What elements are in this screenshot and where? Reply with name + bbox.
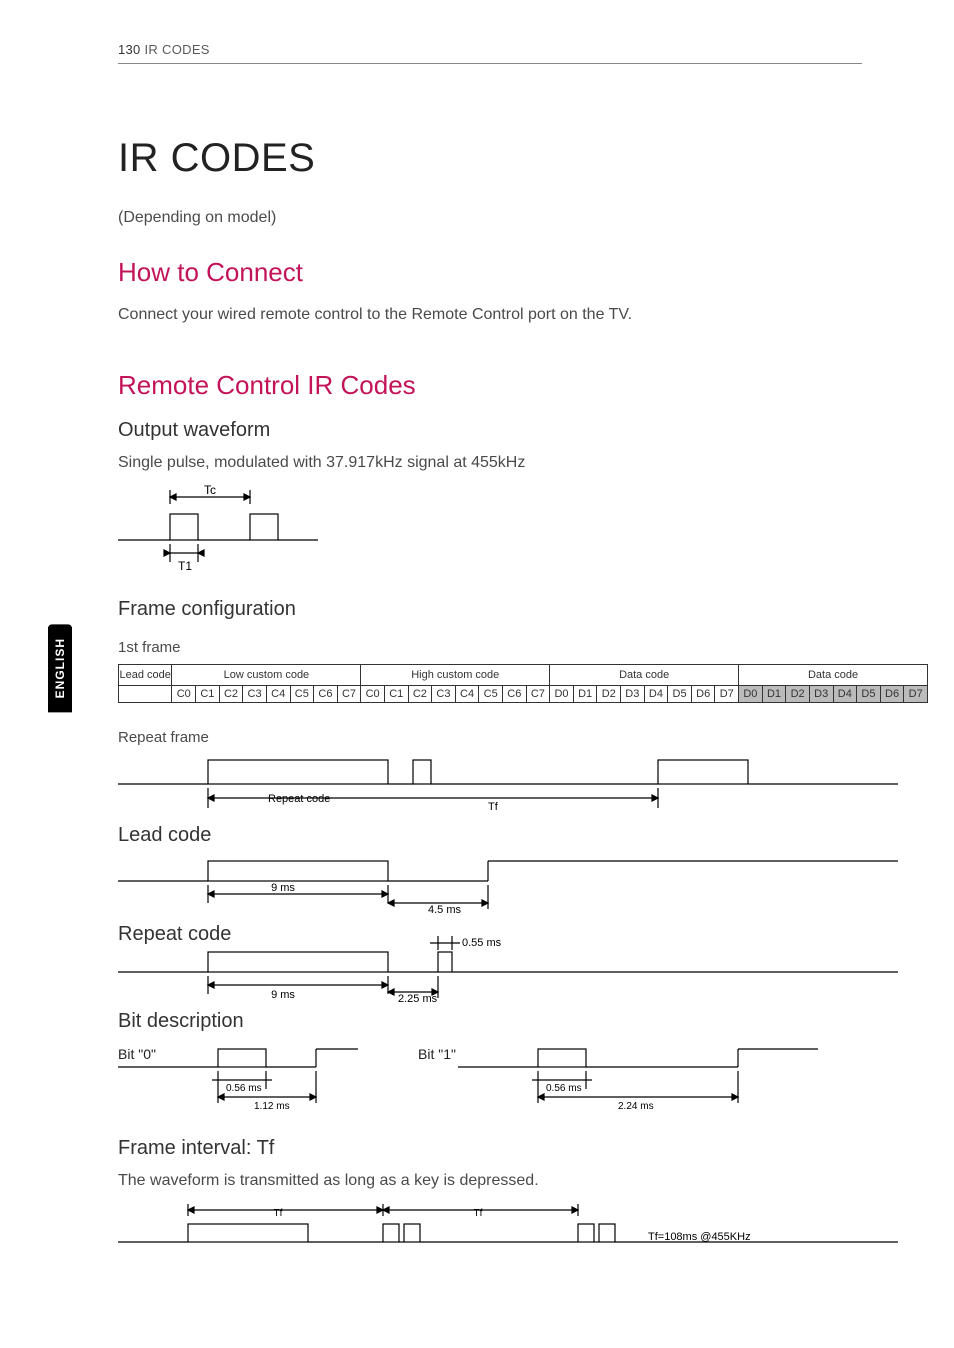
bit-cell: D7 <box>904 686 928 703</box>
bit-cell: C0 <box>172 686 196 703</box>
repeat-code-diagram: 0.55 ms 9 ms 2.25 ms <box>118 932 898 1002</box>
header-section-label: IR CODES <box>145 42 210 57</box>
bit-description-diagram: Bit "0" Bit "1" 0.56 ms 1.12 ms 0.56 ms … <box>118 1045 898 1121</box>
bit-cell: C1 <box>196 686 220 703</box>
repeat-225ms: 2.25 ms <box>398 993 438 1002</box>
bit-description-heading: Bit description <box>118 1010 862 1033</box>
bit-cell: C4 <box>266 686 290 703</box>
bit-cell: D1 <box>573 686 597 703</box>
frame-interval-body: The waveform is transmitted as long as a… <box>118 1172 862 1190</box>
page-title: IR CODES <box>118 136 862 181</box>
repeat-frame-diagram: Repeat code Tf <box>118 754 898 816</box>
bit1-label: Bit "1" <box>418 1046 456 1062</box>
bit-cell: D0 <box>550 686 574 703</box>
bit-cell: C2 <box>408 686 432 703</box>
lead-45ms: 4.5 ms <box>428 904 462 915</box>
bit-cell: C1 <box>384 686 408 703</box>
repeat-9ms: 9 ms <box>271 989 295 1001</box>
bit-cell: D5 <box>857 686 881 703</box>
document-page: 130 IR CODES IR CODES (Depending on mode… <box>0 0 954 1304</box>
col-high: High custom code <box>361 665 550 686</box>
bit1-224: 2.24 ms <box>618 1101 654 1112</box>
bit-cell: D5 <box>668 686 692 703</box>
header-rule <box>118 63 862 64</box>
bit-cell: C4 <box>455 686 479 703</box>
bit-cell: C7 <box>337 686 361 703</box>
bit-cell: C2 <box>219 686 243 703</box>
output-waveform-heading: Output waveform <box>118 419 862 442</box>
frame-interval-heading: Frame interval: Tf <box>118 1137 862 1160</box>
bit-cell: D2 <box>597 686 621 703</box>
bit-cell: D0 <box>739 686 763 703</box>
col-data1: Data code <box>550 665 739 686</box>
bit0-112: 1.12 ms <box>254 1101 290 1112</box>
bit-cell: D4 <box>833 686 857 703</box>
t1-label: T1 <box>178 559 192 573</box>
lead-9ms: 9 ms <box>271 882 295 894</box>
bit1-056: 0.56 ms <box>546 1083 582 1094</box>
bit-cell: C3 <box>432 686 456 703</box>
frame-interval-diagram: Tf Tf Tf=108ms @455KHz <box>118 1202 898 1256</box>
bit-cell: D6 <box>691 686 715 703</box>
bit-cell: C5 <box>479 686 503 703</box>
tc-label: Tc <box>204 484 216 497</box>
output-waveform-diagram: Tc T1 <box>118 484 378 574</box>
bit-cell: C6 <box>502 686 526 703</box>
lead-code-heading: Lead code <box>118 824 862 847</box>
fi-tf2: Tf <box>474 1208 483 1219</box>
col-data2: Data code <box>739 665 928 686</box>
bit-cell: D6 <box>880 686 904 703</box>
bit-cell: C5 <box>290 686 314 703</box>
depending-note: (Depending on model) <box>118 209 862 227</box>
col-lead: Lead code <box>119 665 172 686</box>
connect-body: Connect your wired remote control to the… <box>118 306 862 324</box>
remote-control-ir-codes-heading: Remote Control IR Codes <box>118 370 862 401</box>
frame-configuration-heading: Frame configuration <box>118 598 862 621</box>
bit0-056: 0.56 ms <box>226 1083 262 1094</box>
col-low: Low custom code <box>172 665 361 686</box>
bit-cell: D4 <box>644 686 668 703</box>
bit-cell: D3 <box>621 686 645 703</box>
bit-cell: C0 <box>361 686 385 703</box>
bit-cell: C6 <box>314 686 338 703</box>
lead-code-diagram: 9 ms 4.5 ms <box>118 859 898 915</box>
first-frame-label: 1st frame <box>118 639 862 656</box>
fi-note: Tf=108ms @455KHz <box>648 1231 751 1243</box>
bit-cell: C3 <box>243 686 267 703</box>
bit-cell: C7 <box>526 686 550 703</box>
language-tab: ENGLISH <box>48 624 72 712</box>
tf-text: Tf <box>488 801 499 813</box>
how-to-connect-heading: How to Connect <box>118 257 862 288</box>
bit0-label: Bit "0" <box>118 1046 156 1062</box>
running-header: 130 IR CODES <box>118 42 862 57</box>
bit-cell: D7 <box>715 686 739 703</box>
repeat-code-text: Repeat code <box>268 793 330 805</box>
bit-cell: D2 <box>786 686 810 703</box>
repeat-055ms: 0.55 ms <box>462 937 502 949</box>
output-waveform-body: Single pulse, modulated with 37.917kHz s… <box>118 454 862 472</box>
repeat-frame-label: Repeat frame <box>118 729 862 746</box>
bit-cell: D1 <box>762 686 786 703</box>
frame-config-table: Lead code Low custom code High custom co… <box>118 664 928 703</box>
page-number: 130 <box>118 42 141 57</box>
bit-cell: D3 <box>809 686 833 703</box>
fi-tf1: Tf <box>274 1208 283 1219</box>
